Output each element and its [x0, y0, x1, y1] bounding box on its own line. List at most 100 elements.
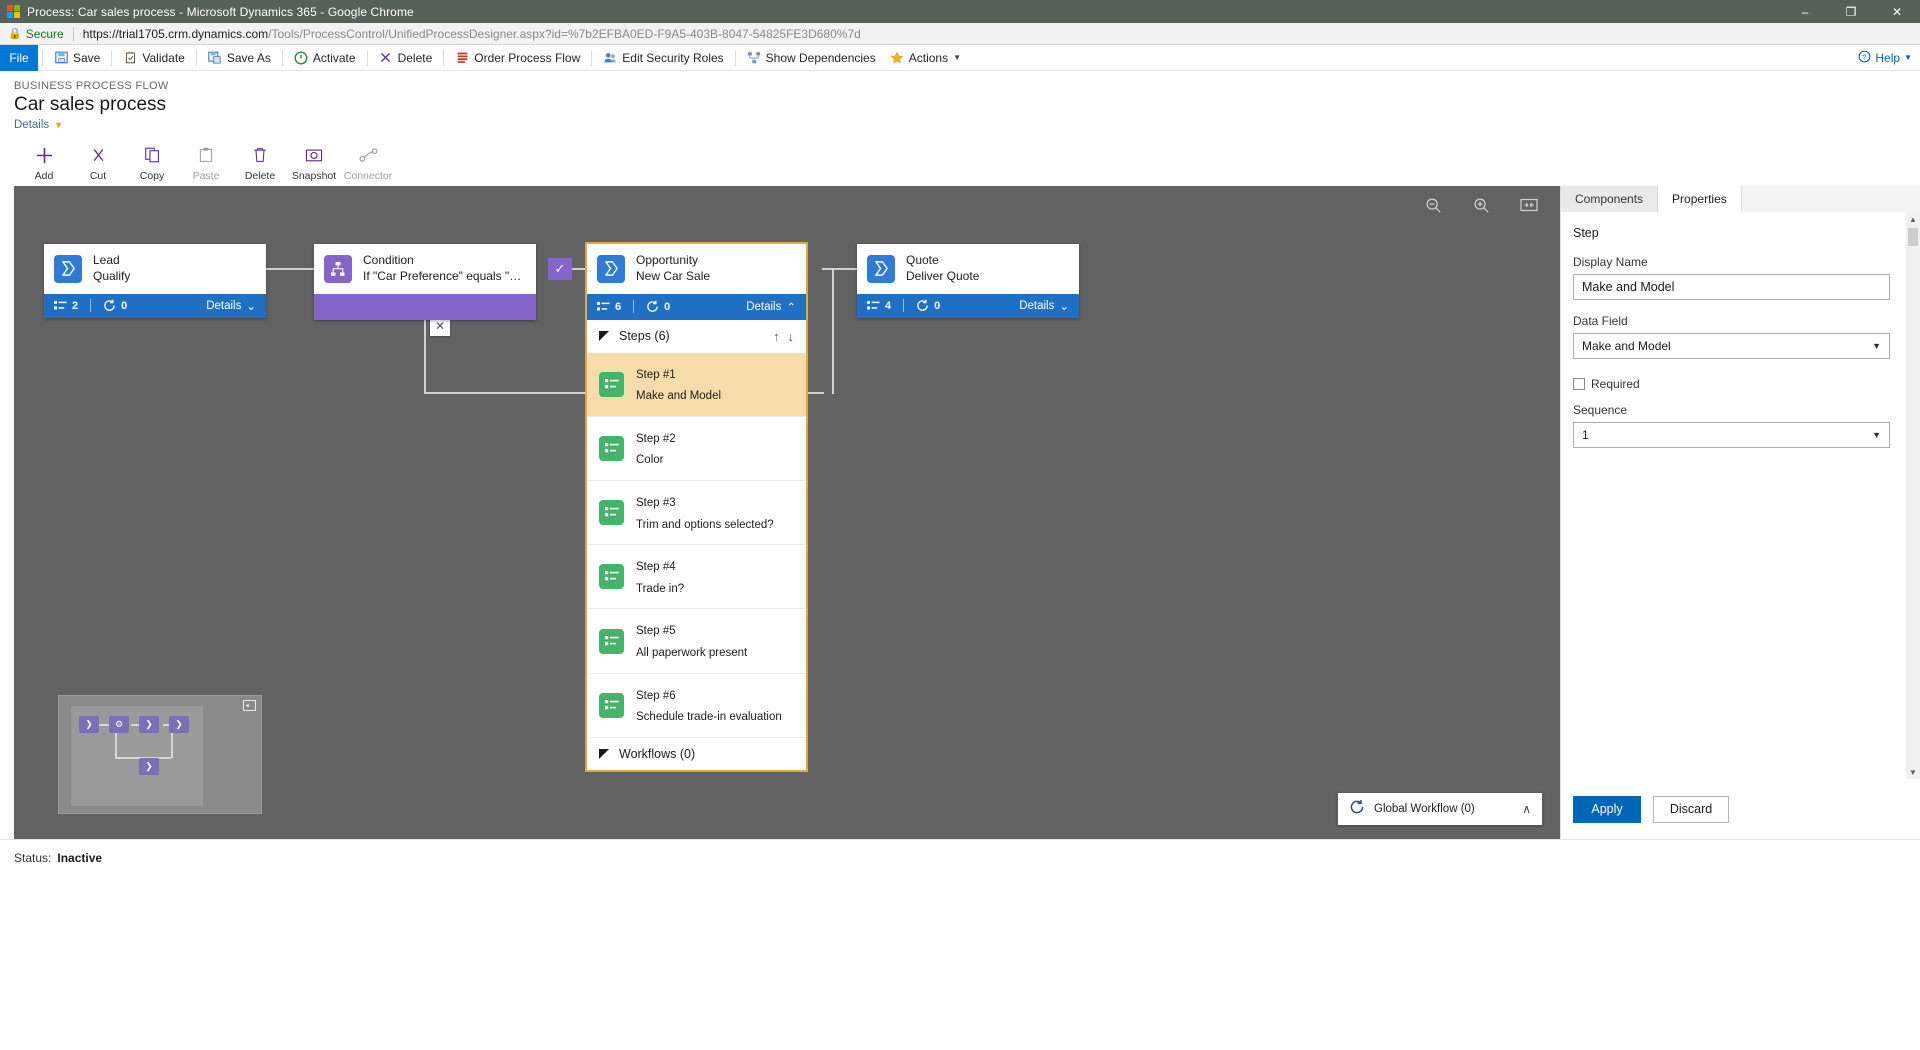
file-menu-button[interactable]: File — [0, 44, 38, 71]
stage-icon — [867, 254, 895, 283]
add-label: Add — [34, 170, 54, 182]
zoom-in-icon[interactable] — [1470, 194, 1492, 216]
stage-footer-bar: 4 0 Details ⌄ — [857, 293, 1079, 318]
move-down-icon[interactable]: ↓ — [788, 329, 795, 344]
fit-to-screen-icon[interactable] — [1518, 194, 1540, 216]
actions-label: Actions — [908, 50, 949, 65]
minimap-viewport[interactable]: ❯ ⚙ ❯ ❯ ❯ — [71, 706, 203, 806]
sequence-label: Sequence — [1573, 403, 1628, 417]
cut-button[interactable]: Cut — [74, 141, 122, 182]
workflows-section-header[interactable]: Workflows (0) — [587, 736, 806, 770]
save-as-button[interactable]: Save As — [201, 45, 278, 71]
save-label: Save — [73, 50, 101, 65]
main-region: ✓ ✕ Lead Qualify 2 0 Details ⌄ Condition… — [0, 186, 1920, 839]
move-up-icon[interactable]: ↑ — [773, 329, 780, 344]
address-url[interactable]: https://trial1705.crm.dynamics.com/Tools… — [83, 27, 861, 41]
step-list-item[interactable]: Step #1 Make and Model — [587, 352, 806, 416]
step-list-item[interactable]: Step #3 Trim and options selected? — [587, 480, 806, 544]
stage-card-condition[interactable]: Condition If "Car Preference" equals "Ne… — [314, 244, 536, 320]
chevron-down-icon: ⌄ — [1059, 300, 1069, 313]
save-button[interactable]: Save — [47, 45, 107, 71]
required-checkbox-row[interactable]: Required — [1573, 377, 1908, 391]
details-label: Details — [206, 299, 242, 312]
order-process-flow-button[interactable]: Order Process Flow — [448, 45, 587, 71]
browser-title-bar: Process: Car sales process - Microsoft D… — [0, 0, 1920, 23]
validate-button[interactable]: Validate — [116, 45, 191, 71]
bar-divider — [90, 299, 92, 313]
paste-icon — [198, 145, 214, 165]
connector-button[interactable]: Connector — [344, 141, 392, 182]
tab-components[interactable]: Components — [1561, 186, 1659, 212]
zoom-out-icon[interactable] — [1422, 194, 1444, 216]
scroll-up-arrow[interactable]: ▲ — [1906, 212, 1920, 226]
chevron-up-icon[interactable]: ∧ — [1522, 802, 1531, 816]
step-list-item[interactable]: Step #2 Color — [587, 415, 806, 480]
stage-details-toggle[interactable]: Details ⌄ — [206, 299, 256, 313]
workflows-section-title: Workflows (0) — [619, 746, 696, 761]
dynamics-command-bar: File Save Validate Save As Activate Dele… — [0, 44, 1920, 71]
copy-button[interactable]: Copy — [128, 141, 176, 182]
status-value: Inactive — [57, 850, 103, 865]
discard-button[interactable]: Discard — [1653, 795, 1729, 823]
scroll-down-arrow[interactable]: ▼ — [1906, 765, 1920, 779]
step-list-item[interactable]: Step #5 All paperwork present — [587, 608, 806, 672]
canvas-minimap[interactable]: ❯ ⚙ ❯ ❯ ❯ — [58, 695, 262, 814]
steps-section-header[interactable]: Steps (6) ↑ ↓ — [587, 320, 806, 353]
display-name-input[interactable] — [1573, 274, 1890, 300]
apply-button[interactable]: Apply — [1573, 795, 1641, 823]
url-host: https://trial1705.crm.dynamics.com — [82, 26, 269, 41]
step-label: Trade in? — [636, 582, 685, 595]
stage-header: Opportunity New Car Sale — [587, 244, 806, 294]
edit-security-roles-button[interactable]: Edit Security Roles — [596, 45, 730, 71]
step-list-item[interactable]: Step #4 Trade in? — [587, 544, 806, 608]
stage-steps-metric: 4 — [867, 300, 891, 312]
snapshot-button[interactable]: Snapshot — [290, 141, 338, 182]
properties-scrollbar[interactable]: ▲ ▼ — [1906, 212, 1920, 779]
minimize-button[interactable]: – — [1782, 0, 1828, 23]
activate-button[interactable]: Activate — [287, 45, 363, 71]
stage-footer-bar — [314, 293, 536, 320]
camera-icon — [305, 145, 323, 165]
step-text: Step #6 Schedule trade-in evaluation — [636, 684, 782, 727]
browser-address-bar[interactable]: 🔒 Secure https://trial1705.crm.dynamics.… — [0, 23, 1920, 45]
add-button[interactable]: Add — [20, 141, 68, 182]
chevron-down-icon: ▼ — [1872, 430, 1881, 440]
workflows-count: 0 — [934, 299, 941, 312]
chevron-up-icon: ⌃ — [786, 301, 796, 314]
tab-properties[interactable]: Properties — [1658, 186, 1742, 212]
stage-card-lead[interactable]: Lead Qualify 2 0 Details ⌄ — [44, 244, 266, 318]
stage-card-opportunity[interactable]: Opportunity New Car Sale 6 0 Details ⌃ S… — [585, 242, 808, 772]
step-list-item[interactable]: Step #6 Schedule trade-in evaluation — [587, 672, 806, 737]
properties-footer: Apply Discard — [1561, 779, 1920, 839]
stage-card-quote[interactable]: Quote Deliver Quote 4 0 Details ⌄ — [857, 244, 1079, 318]
page-kicker: BUSINESS PROCESS FLOW — [14, 80, 169, 92]
data-field-select[interactable]: Make and Model ▼ — [1573, 333, 1890, 359]
process-canvas[interactable]: ✓ ✕ Lead Qualify 2 0 Details ⌄ Condition… — [14, 186, 1560, 839]
step-icon — [599, 692, 624, 718]
command-separator — [42, 49, 43, 66]
show-dependencies-button[interactable]: Show Dependencies — [740, 45, 883, 71]
help-label: Help — [1875, 50, 1901, 65]
scrollbar-thumb[interactable] — [1908, 228, 1918, 246]
paste-button[interactable]: Paste — [182, 141, 230, 182]
help-button[interactable]: ? Help ▼ — [1858, 50, 1912, 66]
required-checkbox[interactable] — [1573, 378, 1585, 390]
global-workflow-bar[interactable]: Global Workflow (0) ∧ — [1338, 793, 1542, 825]
minimap-expand-icon[interactable] — [243, 700, 256, 714]
delete-button[interactable]: Delete — [372, 45, 440, 71]
close-button[interactable]: ✕ — [1874, 0, 1920, 23]
save-as-label: Save As — [226, 50, 271, 65]
delete-button[interactable]: Delete — [236, 141, 284, 182]
step-icon — [599, 371, 624, 397]
stage-details-toggle[interactable]: Details ⌄ — [1019, 299, 1069, 313]
condition-true-badge[interactable]: ✓ — [548, 258, 572, 280]
details-toggle[interactable]: Details ▼ — [14, 119, 1920, 131]
show-dependencies-icon — [747, 51, 761, 65]
sequence-select[interactable]: 1 ▼ — [1573, 422, 1890, 448]
maximize-button[interactable]: ❐ — [1828, 0, 1874, 23]
steps-section-title: Steps (6) — [619, 329, 670, 344]
actions-button[interactable]: Actions ▼ — [883, 45, 968, 71]
scissors-icon — [90, 145, 107, 165]
stage-details-toggle[interactable]: Details ⌃ — [746, 300, 796, 314]
activate-label: Activate — [312, 50, 356, 65]
